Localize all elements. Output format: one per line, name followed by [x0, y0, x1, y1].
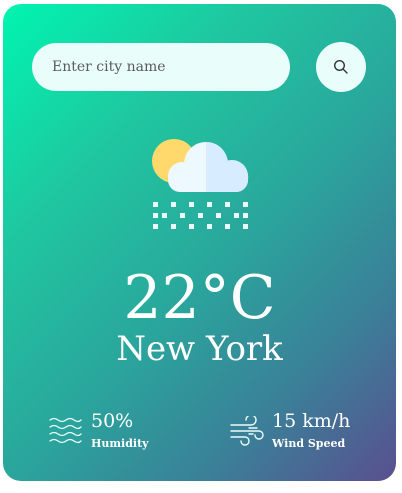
search-bar	[32, 39, 367, 93]
humidity-value: 50%	[91, 410, 134, 432]
city-search-input[interactable]	[32, 43, 290, 91]
humidity-label: Humidity	[91, 437, 149, 450]
weather-card: 22°C New York 50% Humidity 15 km/h Wind …	[3, 4, 396, 481]
temperature: 22°C	[123, 263, 276, 333]
wind-stat: 15 km/h Wind Speed	[229, 408, 379, 454]
snow-cloud-sun-icon	[146, 134, 256, 244]
city-name: New York	[116, 329, 283, 369]
wind-label: Wind Speed	[272, 437, 346, 450]
wind-value: 15 km/h	[272, 410, 351, 432]
search-button[interactable]	[316, 42, 366, 92]
search-icon	[333, 59, 348, 74]
wind-icon	[230, 416, 264, 446]
waves-icon	[49, 417, 82, 444]
humidity-stat: 50% Humidity	[48, 408, 188, 454]
